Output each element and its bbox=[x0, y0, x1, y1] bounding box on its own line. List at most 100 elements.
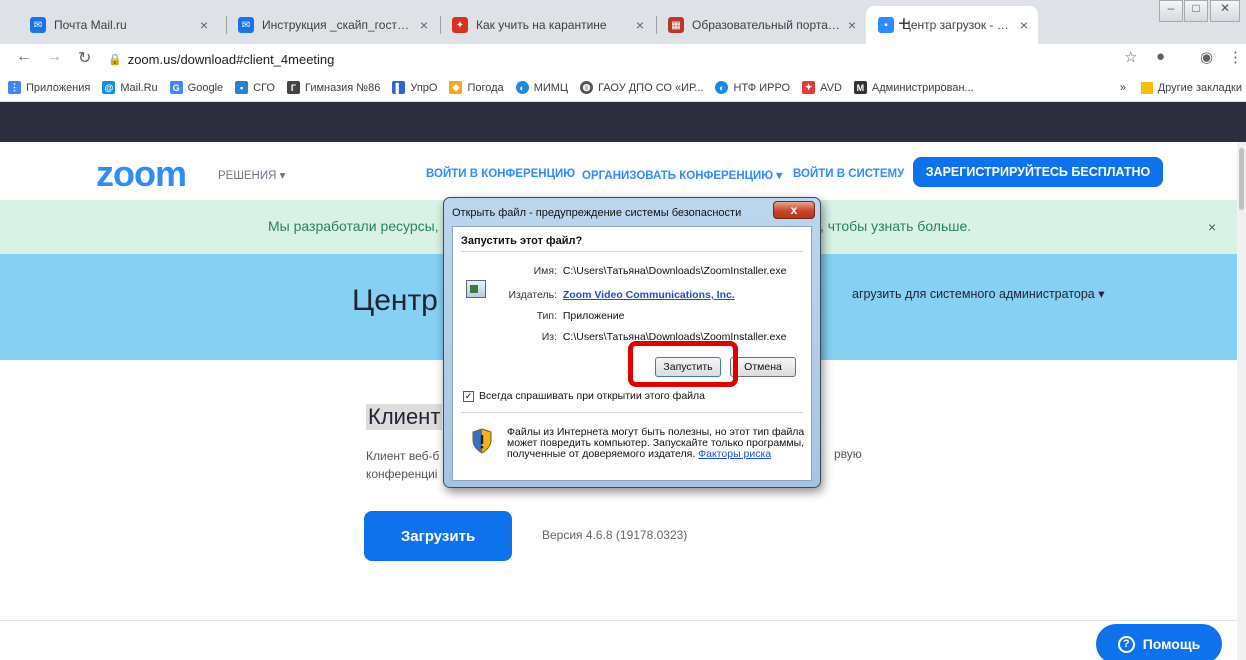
bookmark-label: Google bbox=[187, 81, 224, 94]
always-ask-label[interactable]: Всегда спрашивать при открытии этого фай… bbox=[479, 390, 705, 402]
dialog-divider bbox=[461, 251, 803, 252]
other-bookmarks-label: Другие закладки bbox=[1157, 82, 1242, 94]
cancel-button[interactable]: Отмена bbox=[730, 357, 796, 377]
bookmark-apps[interactable]: ⋮ Приложения bbox=[8, 81, 90, 94]
bookmark-label: СГО bbox=[253, 81, 275, 94]
forward-arrow-icon[interactable]: → bbox=[46, 48, 62, 66]
address-bar[interactable]: 🔒 zoom.us/download#client_4meeting bbox=[108, 48, 1108, 70]
dialog-divider bbox=[461, 412, 803, 413]
field-key: Тип: bbox=[536, 310, 557, 322]
bookmark-label: МИМЦ bbox=[533, 81, 569, 94]
publisher-row: Издатель: Zoom Video Communications, Inc… bbox=[497, 289, 735, 301]
tab-quarantine[interactable]: ✦ Как учить на карантине × bbox=[442, 6, 654, 44]
application-file-icon bbox=[466, 280, 486, 298]
field-value: Приложение bbox=[562, 310, 625, 322]
nav-solutions[interactable]: РЕШЕНИЯ ▾ bbox=[218, 168, 285, 182]
field-key: Из: bbox=[541, 331, 557, 343]
mail-favicon-icon: ✉ bbox=[30, 17, 46, 33]
extension-icon[interactable]: ● bbox=[1156, 48, 1165, 65]
tab-separator bbox=[226, 16, 227, 34]
tab-pdf-instruction[interactable]: ✉ Инструкция _скайп_гость.pdf - × bbox=[228, 6, 438, 44]
nav-sign-in[interactable]: ВОЙТИ В СИСТЕМУ bbox=[793, 168, 904, 180]
top-dark-bar bbox=[0, 102, 1246, 142]
zoom-favicon-icon: ▪ bbox=[878, 17, 894, 33]
star-icon[interactable]: ☆ bbox=[1124, 48, 1137, 66]
tab-edu-portal[interactable]: ▦ Образовательный портал на б × bbox=[658, 6, 866, 44]
dialog-close-button[interactable]: x bbox=[773, 201, 815, 219]
close-tab-icon[interactable]: × bbox=[636, 17, 644, 33]
tab-strip: ✉ Почта Mail.ru × ✉ Инструкция _скайп_го… bbox=[0, 0, 1246, 44]
lock-icon: 🔒 bbox=[108, 53, 122, 66]
page-divider bbox=[0, 620, 1246, 621]
bookmark-gymnasium[interactable]: Г Гимназия №86 bbox=[286, 81, 381, 94]
sgo-icon: ▪ bbox=[235, 81, 249, 94]
window-close-icon[interactable]: ✕ bbox=[1210, 0, 1240, 22]
profile-icon[interactable]: ◉ bbox=[1200, 48, 1213, 66]
reload-icon[interactable]: ↻ bbox=[78, 48, 91, 68]
zoom-logo[interactable]: zoom bbox=[96, 156, 187, 192]
close-tab-icon[interactable]: × bbox=[420, 17, 428, 33]
bookmark-sgo[interactable]: ▪ СГО bbox=[235, 81, 275, 94]
warning-text: Файлы из Интернета могут быть полезны, н… bbox=[507, 427, 807, 460]
run-button-highlight bbox=[628, 341, 738, 387]
tab-mail[interactable]: ✉ Почта Mail.ru × bbox=[20, 6, 218, 44]
field-key: Издатель: bbox=[508, 289, 557, 301]
ntf-icon: ◐ bbox=[715, 81, 729, 94]
banner-text-right[interactable]: , чтобы узнать больше. bbox=[820, 218, 971, 234]
minimize-icon[interactable]: – bbox=[1159, 0, 1183, 22]
help-label: Помощь bbox=[1142, 636, 1201, 652]
bookmarks-bar: ⋮ Приложения @ Mail.Ru G Google ▪ СГО Г Гимна… bbox=[0, 74, 1246, 102]
bookmark-label: ГАОУ ДПО СО «ИР... bbox=[598, 81, 704, 94]
admin-download-link[interactable]: агрузить для системного администратора ▾ bbox=[852, 286, 1105, 301]
bookmark-ntf[interactable]: ◐ НТФ ИРРО bbox=[715, 81, 790, 94]
bookmark-label: AVD bbox=[820, 81, 842, 94]
nav-host-meeting[interactable]: ОРГАНИЗОВАТЬ КОНФЕРЕНЦИЮ ▾ bbox=[582, 168, 782, 182]
always-ask-checkbox[interactable]: ✓ bbox=[463, 391, 474, 402]
mailru-icon: @ bbox=[102, 81, 116, 94]
tab-title: Образовательный портал на б bbox=[692, 18, 842, 32]
bookmark-mailru[interactable]: @ Mail.Ru bbox=[102, 81, 158, 94]
version-text: Версия 4.6.8 (19178.0323) bbox=[542, 528, 688, 542]
weather-drop-icon: ◆ bbox=[449, 81, 463, 94]
scrollbar-thumb[interactable] bbox=[1239, 148, 1244, 210]
close-tab-icon[interactable]: × bbox=[200, 17, 208, 33]
menu-kebab-icon[interactable]: ⋮ bbox=[1228, 48, 1243, 66]
back-arrow-icon[interactable]: ← bbox=[16, 48, 32, 66]
url-text: zoom.us/download#client_4meeting bbox=[127, 51, 335, 67]
bookmark-avd[interactable]: ✦ AVD bbox=[802, 81, 842, 94]
bookmarks-overflow-button[interactable]: » bbox=[1120, 74, 1126, 101]
close-tab-icon[interactable]: × bbox=[1020, 17, 1028, 33]
nav-join-meeting[interactable]: ВОЙТИ В КОНФЕРЕНЦИЮ bbox=[426, 168, 575, 180]
publisher-link[interactable]: Zoom Video Communications, Inc. bbox=[563, 289, 735, 301]
client-section-description: Клиент веб-б конференциі bbox=[366, 447, 439, 483]
bookmark-admin[interactable]: M Администрирован... bbox=[853, 81, 974, 94]
new-tab-button[interactable]: + bbox=[893, 14, 915, 36]
description-line: конференциі bbox=[366, 467, 438, 481]
bookmark-label: Гимназия №86 bbox=[304, 81, 381, 94]
other-bookmarks[interactable]: Другие закладки bbox=[1140, 74, 1242, 101]
field-key: Имя: bbox=[533, 265, 557, 277]
bookmark-upro[interactable]: ▌ УпрО bbox=[392, 81, 437, 94]
bookmark-label: Администрирован... bbox=[871, 81, 974, 94]
close-tab-icon[interactable]: × bbox=[848, 17, 856, 33]
mimc-icon: ◐ bbox=[515, 81, 529, 94]
signup-free-button[interactable]: ЗАРЕГИСТРИРУЙТЕСЬ БЕСПЛАТНО bbox=[913, 157, 1163, 187]
bookmark-mimc[interactable]: ◐ МИМЦ bbox=[515, 81, 569, 94]
bookmark-weather[interactable]: ◆ Погода bbox=[449, 81, 504, 94]
bookmark-gaou[interactable]: ◍ ГАОУ ДПО СО «ИР... bbox=[580, 81, 703, 94]
help-button[interactable]: ? Помощь bbox=[1096, 624, 1222, 660]
tab-title: Центр загрузок - Zoom bbox=[902, 18, 1014, 32]
maximize-icon[interactable]: □ bbox=[1184, 0, 1208, 22]
bookmark-google[interactable]: G Google bbox=[169, 81, 224, 94]
banner-close-icon[interactable]: × bbox=[1208, 219, 1216, 235]
hero-title: Центр bbox=[352, 284, 438, 317]
dialog-heading: Запустить этот файл? bbox=[461, 235, 583, 247]
file-type-row: Тип: Приложение bbox=[497, 310, 625, 322]
download-button[interactable]: Загрузить bbox=[364, 511, 512, 561]
browser-toolbar: ← → ↻ 🔒 zoom.us/download#client_4meeting… bbox=[0, 44, 1246, 74]
google-icon: G bbox=[169, 81, 183, 94]
banner-text-left: Мы разработали ресурсы, bbox=[268, 218, 439, 234]
file-name-row: Имя: C:\Users\Татьяна\Downloads\ZoomInst… bbox=[497, 265, 787, 277]
page-scrollbar[interactable] bbox=[1237, 142, 1246, 660]
risk-factors-link[interactable]: Факторы риска bbox=[698, 448, 771, 460]
